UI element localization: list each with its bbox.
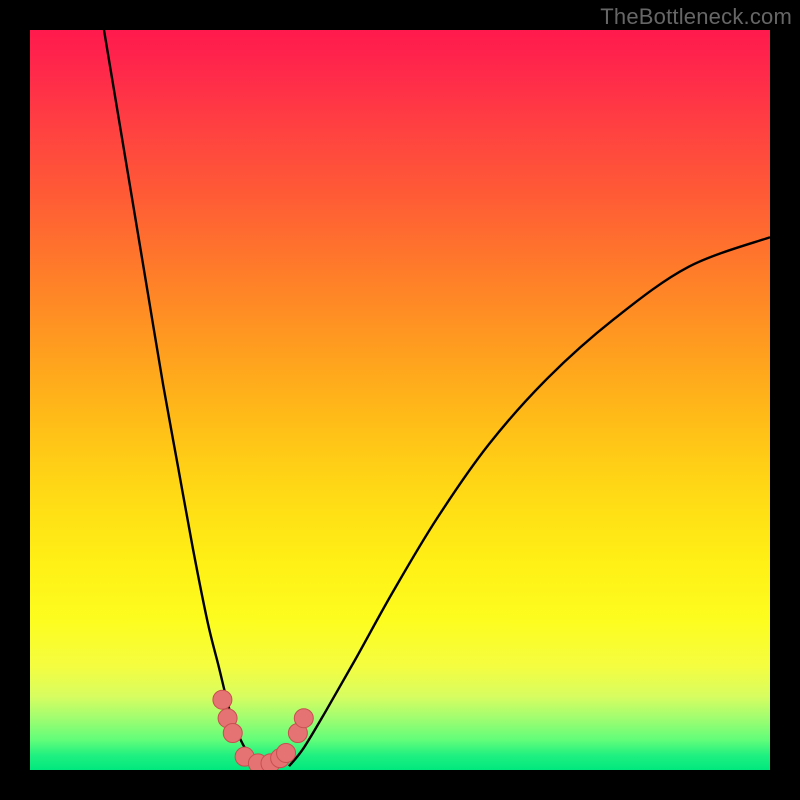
plot-area: [30, 30, 770, 770]
marker-group: [213, 690, 313, 770]
data-point-marker: [277, 743, 296, 762]
curve-left-branch: [104, 30, 259, 766]
chart-frame: TheBottleneck.com: [0, 0, 800, 800]
watermark-text: TheBottleneck.com: [600, 4, 792, 30]
curve-right-branch: [289, 237, 770, 766]
data-point-marker: [223, 724, 242, 743]
data-point-marker: [213, 690, 232, 709]
data-point-marker: [294, 709, 313, 728]
curve-overlay: [30, 30, 770, 770]
